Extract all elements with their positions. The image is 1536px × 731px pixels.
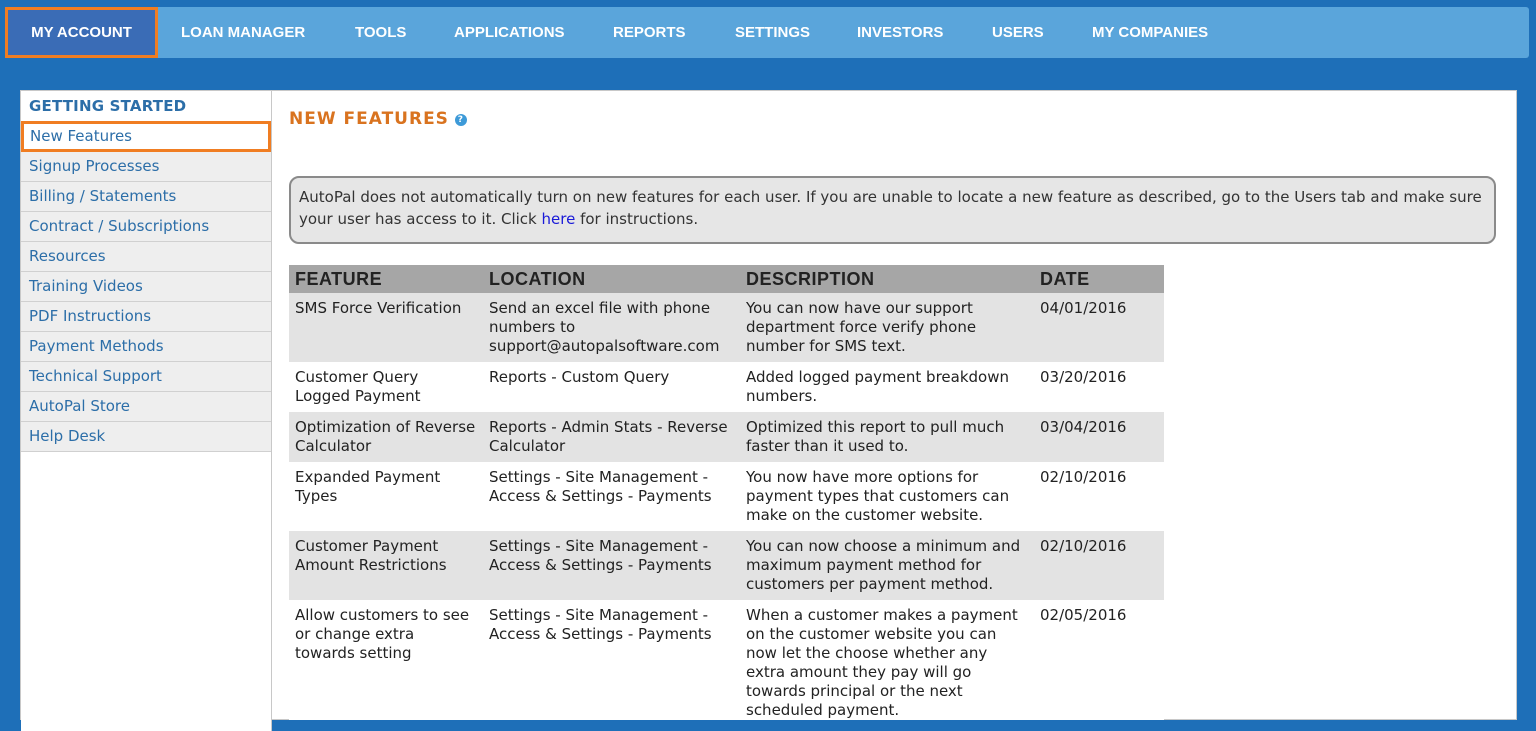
nav-my-account[interactable]: MY ACCOUNT (5, 7, 158, 58)
notice-text: AutoPal does not automatically turn on n… (299, 188, 1482, 228)
nav-investors[interactable]: INVESTORS (857, 7, 943, 58)
sidebar-heading: GETTING STARTED (29, 97, 187, 115)
date-cell: 02/05/2016 (1034, 600, 1164, 720)
sidebar-item-signup-processes[interactable]: Signup Processes (21, 152, 271, 182)
date-cell: 03/04/2016 (1034, 412, 1164, 462)
table-row: SMS Force Verification Send an excel fil… (289, 293, 1164, 362)
column-header-date: DATE (1034, 265, 1164, 293)
location-cell: Send an excel file with phone numbers to… (483, 293, 740, 362)
date-cell: 03/20/2016 (1034, 362, 1164, 412)
column-header-description: DESCRIPTION (740, 265, 1034, 293)
date-cell: 02/10/2016 (1034, 462, 1164, 531)
feature-cell: SMS Force Verification (289, 293, 483, 362)
location-cell: Settings - Site Management - Access & Se… (483, 600, 740, 720)
notice-box: AutoPal does not automatically turn on n… (289, 176, 1496, 244)
nav-reports[interactable]: REPORTS (613, 7, 686, 58)
table-row: Customer Query Logged Payment Reports - … (289, 362, 1164, 412)
sidebar-item-payment-methods[interactable]: Payment Methods (21, 332, 271, 362)
nav-tools[interactable]: TOOLS (355, 7, 406, 58)
instructions-link[interactable]: here (542, 210, 576, 228)
features-table: FEATURE LOCATION DESCRIPTION DATE SMS Fo… (289, 265, 1164, 720)
sidebar-item-pdf-instructions[interactable]: PDF Instructions (21, 302, 271, 332)
nav-my-companies[interactable]: MY COMPANIES (1092, 7, 1208, 58)
description-cell: You now have more options for payment ty… (740, 462, 1034, 531)
table-row: Optimization of Reverse Calculator Repor… (289, 412, 1164, 462)
description-cell: Optimized this report to pull much faste… (740, 412, 1034, 462)
nav-loan-manager[interactable]: LOAN MANAGER (181, 7, 305, 58)
content-frame: GETTING STARTED New Features Signup Proc… (20, 90, 1517, 731)
feature-cell: Optimization of Reverse Calculator (289, 412, 483, 462)
feature-cell: Allow customers to see or change extra t… (289, 600, 483, 720)
sidebar-item-contract-subscriptions[interactable]: Contract / Subscriptions (21, 212, 271, 242)
sidebar-item-autopal-store[interactable]: AutoPal Store (21, 392, 271, 422)
sidebar-item-new-features[interactable]: New Features (21, 121, 271, 152)
table-row: Allow customers to see or change extra t… (289, 600, 1164, 720)
table-row: Customer Payment Amount Restrictions Set… (289, 531, 1164, 600)
top-navigation: MY ACCOUNT LOAN MANAGER TOOLS APPLICATIO… (5, 7, 1529, 58)
description-cell: Added logged payment breakdown numbers. (740, 362, 1034, 412)
nav-applications[interactable]: APPLICATIONS (454, 7, 565, 58)
sidebar-item-help-desk[interactable]: Help Desk (21, 422, 271, 452)
date-cell: 02/10/2016 (1034, 531, 1164, 600)
nav-settings[interactable]: SETTINGS (735, 7, 810, 58)
description-cell: You can now have our support department … (740, 293, 1034, 362)
description-cell: When a customer makes a payment on the c… (740, 600, 1034, 720)
feature-cell: Customer Query Logged Payment (289, 362, 483, 412)
question-icon[interactable]: ? (454, 114, 467, 126)
page-title: NEW FEATURES? (289, 109, 467, 129)
location-cell: Reports - Admin Stats - Reverse Calculat… (483, 412, 740, 462)
feature-cell: Customer Payment Amount Restrictions (289, 531, 483, 600)
column-header-location: LOCATION (483, 265, 740, 293)
sidebar: GETTING STARTED New Features Signup Proc… (21, 91, 272, 731)
table-row: Expanded Payment Types Settings - Site M… (289, 462, 1164, 531)
sidebar-item-billing-statements[interactable]: Billing / Statements (21, 182, 271, 212)
notice-text-end: for instructions. (575, 210, 699, 228)
location-cell: Settings - Site Management - Access & Se… (483, 462, 740, 531)
sidebar-item-technical-support[interactable]: Technical Support (21, 362, 271, 392)
location-cell: Reports - Custom Query (483, 362, 740, 412)
description-cell: You can now choose a minimum and maximum… (740, 531, 1034, 600)
table-header-row: FEATURE LOCATION DESCRIPTION DATE (289, 265, 1164, 293)
sidebar-list: New Features Signup Processes Billing / … (21, 121, 271, 452)
location-cell: Settings - Site Management - Access & Se… (483, 531, 740, 600)
feature-cell: Expanded Payment Types (289, 462, 483, 531)
sidebar-item-training-videos[interactable]: Training Videos (21, 272, 271, 302)
page-title-text: NEW FEATURES (289, 109, 449, 129)
sidebar-item-resources[interactable]: Resources (21, 242, 271, 272)
date-cell: 04/01/2016 (1034, 293, 1164, 362)
nav-users[interactable]: USERS (992, 7, 1044, 58)
column-header-feature: FEATURE (289, 265, 483, 293)
